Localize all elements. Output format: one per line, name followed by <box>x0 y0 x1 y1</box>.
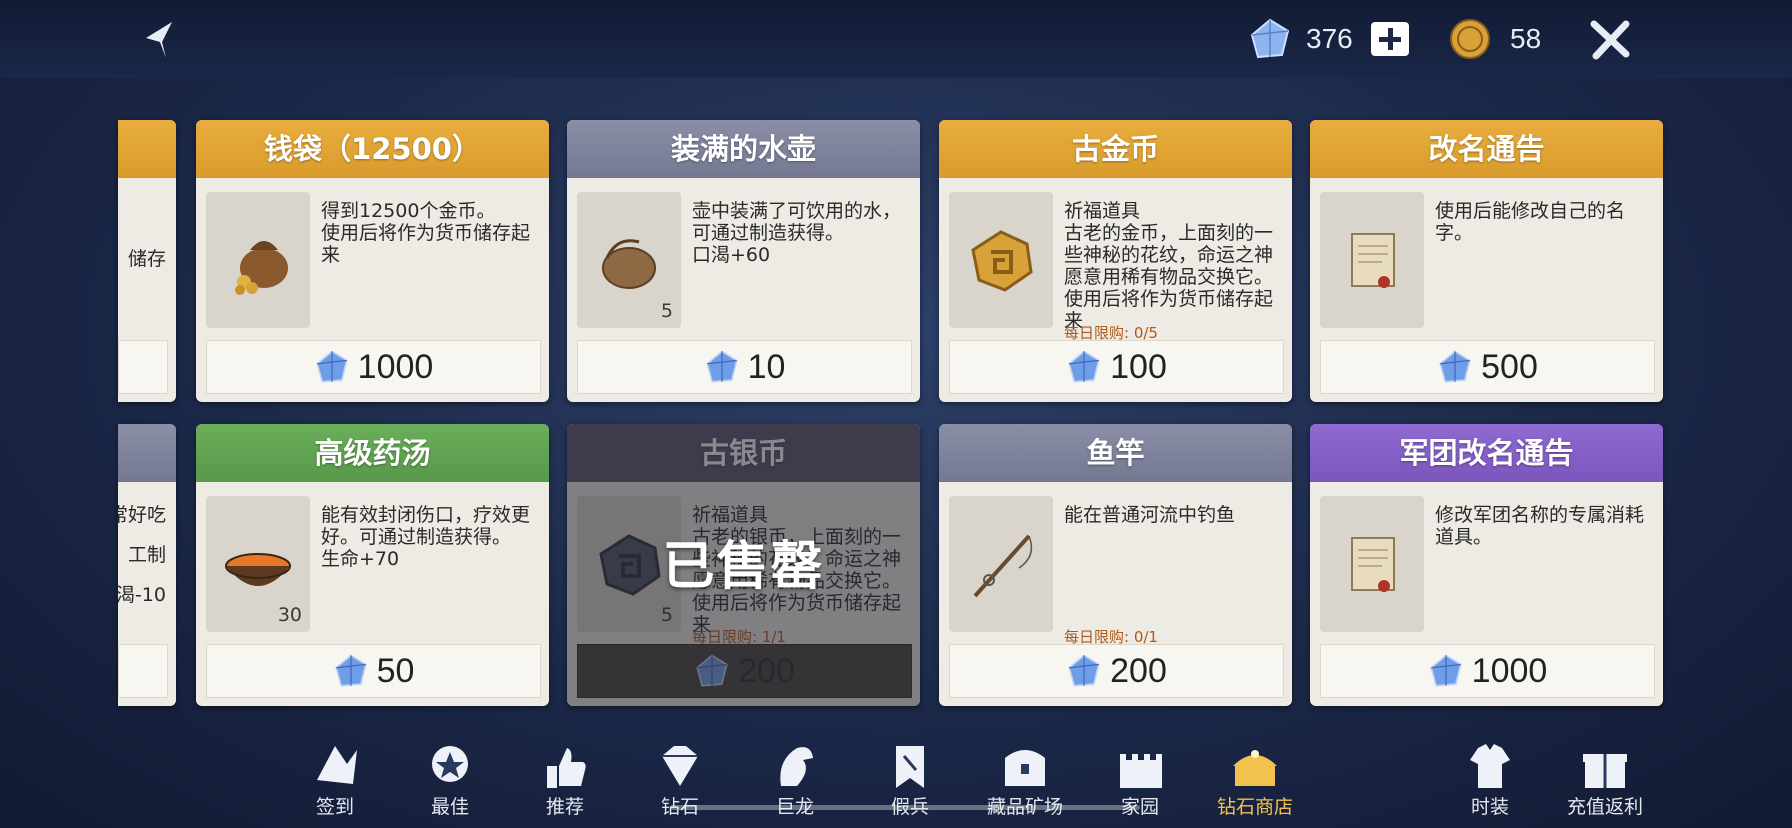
item-price: 100 <box>1110 347 1167 386</box>
shop-item-card[interactable]: 装满的水壶 5 壶中装满了可饮用的水，可通过制造获得。 口渴+60 10 <box>567 120 920 402</box>
price-button[interactable]: 100 <box>949 340 1284 394</box>
item-title: 鱼竿 <box>939 424 1292 482</box>
item-title: 高级药汤 <box>196 424 549 482</box>
shop-item-card[interactable]: 高级药汤 30 能有效封闭伤口，疗效更好。可通过制造获得。 生命+70 50 <box>196 424 549 706</box>
back-button[interactable] <box>138 16 186 64</box>
item-price: 1000 <box>357 347 434 386</box>
diamond-icon <box>1250 18 1290 59</box>
nav-label: 签到 <box>315 796 354 818</box>
item-title: 军团改名通告 <box>1310 424 1663 482</box>
check-in-icon <box>317 746 357 784</box>
item-description: 祈福道具 古老的金币，上面刻的一些神秘的花纹，命运之神愿意用稀有物品交换它。 使… <box>1064 200 1274 332</box>
partial-card[interactable]: 储存 <box>118 120 176 402</box>
diamond-icon <box>1430 654 1462 687</box>
item-price: 10 <box>747 347 786 386</box>
diamond-amount: 376 <box>1306 23 1353 54</box>
item-icon-box <box>1320 496 1424 632</box>
nav-label: 推荐 <box>545 796 584 818</box>
shop-item-card: 古银币5祈福道具 古老的银币，上面刻的一些神秘的花纹，命运之神愿意用稀有物品交换… <box>567 424 920 706</box>
shop-item-card[interactable]: 古金币祈福道具 古老的金币，上面刻的一些神秘的花纹，命运之神愿意用稀有物品交换它… <box>939 120 1292 402</box>
item-price: 500 <box>1481 347 1538 386</box>
diamond-icon <box>334 654 367 687</box>
diamond-icon <box>316 350 348 383</box>
price-button[interactable]: 50 <box>206 644 541 698</box>
shop-item-card[interactable]: 军团改名通告修改军团名称的专属消耗道具。 1000 <box>1310 424 1663 706</box>
item-description: 得到12500个金币。 使用后将作为货币储存起来 <box>321 200 531 266</box>
partial-price-bar <box>118 644 168 698</box>
item-price: 50 <box>376 651 415 690</box>
item-quantity: 5 <box>660 300 673 322</box>
item-price: 1000 <box>1471 651 1548 690</box>
item-title: 钱袋（12500） <box>196 120 549 178</box>
diamond-shop-icon <box>1233 750 1277 786</box>
shop-item-card[interactable]: 改名通告使用后能修改自己的名字。 500 <box>1310 120 1663 402</box>
partial-card[interactable]: 常好吃 工制 渴-10 <box>118 424 176 706</box>
nav-label: 钻石商店 <box>1216 796 1293 818</box>
partial-card-text: 工制 <box>127 544 166 566</box>
partial-card-text: 储存 <box>127 248 166 270</box>
item-icon-box <box>206 192 310 328</box>
diamond-icon <box>1068 350 1100 383</box>
scroll-icon <box>1351 233 1395 288</box>
nav-scrollbar[interactable] <box>670 805 1140 810</box>
item-description: 壶中装满了可饮用的水，可通过制造获得。 口渴+60 <box>692 200 902 266</box>
item-icon-box: 30 <box>206 496 310 632</box>
item-icon-box: 5 <box>577 192 681 328</box>
item-description: 能在普通河流中钓鱼 <box>1064 504 1236 526</box>
partial-card-text: 常好吃 <box>118 504 166 526</box>
diamond-currency: 376 <box>1248 14 1409 64</box>
item-title: 古金币 <box>939 120 1292 178</box>
close-button[interactable] <box>1586 16 1634 64</box>
shop-item-card[interactable]: 鱼竿 能在普通河流中钓鱼 每日限购: 0/1 200 <box>939 424 1292 706</box>
fashion-icon <box>1470 744 1510 788</box>
price-button[interactable]: 1000 <box>1320 644 1655 698</box>
partial-card-text: 渴-10 <box>118 584 166 606</box>
price-button[interactable]: 10 <box>577 340 912 394</box>
price-button[interactable]: 500 <box>1320 340 1655 394</box>
sold-out-label: 已售罄 <box>662 537 825 597</box>
add-diamond-button[interactable] <box>1370 22 1409 56</box>
dragon-icon <box>780 747 813 786</box>
price-button[interactable]: 1000 <box>206 340 541 394</box>
castle-icon <box>1120 754 1162 788</box>
item-quantity: 30 <box>277 604 302 626</box>
diamond-icon <box>705 350 738 383</box>
gift-icon <box>1583 754 1627 788</box>
ancient-gold-coin-icon <box>971 230 1033 292</box>
item-icon-box <box>949 192 1053 328</box>
scroll-icon <box>1351 537 1395 592</box>
partial-price-bar <box>118 340 168 394</box>
back-icon <box>146 22 172 58</box>
treasure-chest-icon <box>1005 750 1045 786</box>
item-price: 200 <box>1110 651 1167 690</box>
item-title: 改名通告 <box>1310 120 1663 178</box>
gold-amount: 58 <box>1510 23 1542 54</box>
gold-currency: 58 <box>1448 14 1541 64</box>
nav-label: 最佳 <box>430 796 469 818</box>
item-description: 使用后能修改自己的名字。 <box>1435 200 1626 244</box>
item-icon-box <box>949 496 1053 632</box>
money-bag-icon <box>235 241 288 295</box>
item-icon-box <box>1320 192 1424 328</box>
fishing-rod-icon <box>973 534 1033 598</box>
best-badge-icon <box>432 746 468 782</box>
top-bar: 376 58 <box>0 0 1792 78</box>
gold-coin-icon <box>1450 19 1490 59</box>
banner-icon <box>896 746 924 788</box>
item-description: 能有效封闭伤口，疗效更好。可通过制造获得。 生命+70 <box>321 504 531 570</box>
item-description: 修改军团名称的专属消耗道具。 <box>1435 504 1645 548</box>
diamond-icon <box>662 746 698 786</box>
close-icon <box>1590 20 1630 60</box>
diamond-icon <box>1068 654 1100 687</box>
price-button[interactable]: 200 <box>949 644 1284 698</box>
diamond-icon <box>1439 350 1471 383</box>
nav-label: 充值返利 <box>1566 796 1643 818</box>
nav-label: 时装 <box>1470 796 1509 818</box>
thumbs-up-icon <box>547 748 586 788</box>
item-title: 装满的水壶 <box>567 120 920 178</box>
shop-item-card[interactable]: 钱袋（12500） 得到12500个金币。 使用后将作为货币储存起来 1000 <box>196 120 549 402</box>
